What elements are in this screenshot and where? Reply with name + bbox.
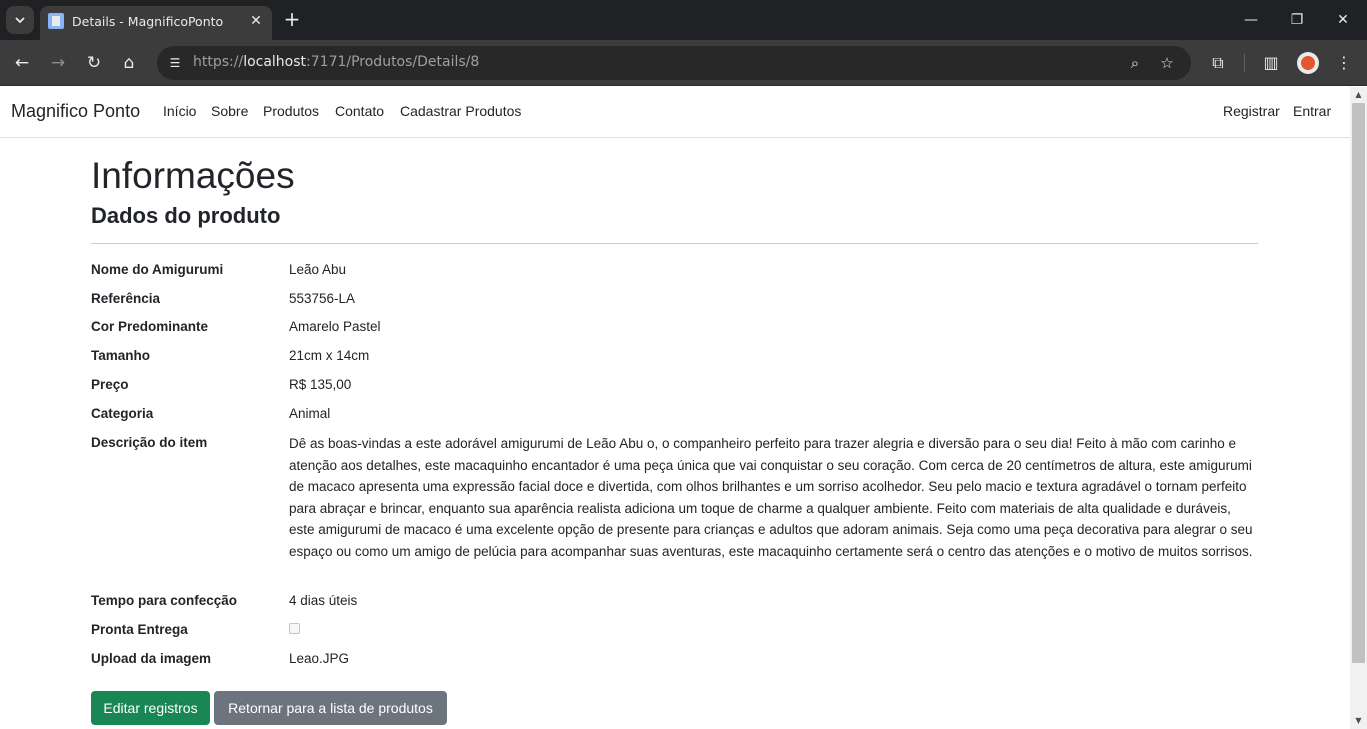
close-tab-icon[interactable]: ✕ [246, 11, 266, 31]
nav-link-inicio[interactable]: Início [163, 103, 196, 119]
reload-icon[interactable]: ↻ [82, 51, 106, 75]
label-pronta-entrega: Pronta Entrega [91, 622, 188, 637]
pronta-entrega-checkbox [289, 623, 300, 634]
nav-link-sobre[interactable]: Sobre [211, 103, 248, 119]
toolbar-divider [1244, 54, 1245, 72]
zoom-icon[interactable]: ⌕ [1125, 53, 1145, 73]
home-icon[interactable]: ⌂ [117, 51, 141, 75]
back-to-list-button[interactable]: Retornar para a lista de produtos [214, 691, 447, 725]
value-referencia: 553756-LA [289, 291, 356, 306]
browser-tab-bar: Details - MagnificoPonto ✕ + — ❐ ✕ [0, 0, 1367, 40]
new-tab-icon[interactable]: + [282, 9, 302, 29]
value-upload: Leao.JPG [289, 651, 350, 666]
tab-search-button[interactable] [6, 6, 34, 34]
side-panel-icon[interactable]: ▥ [1259, 51, 1283, 75]
nav-link-contato[interactable]: Contato [335, 103, 384, 119]
nav-link-cadastrar-produtos[interactable]: Cadastrar Produtos [400, 103, 521, 119]
value-categoria: Animal [289, 406, 331, 421]
back-arrow-icon[interactable]: ← [10, 51, 34, 75]
nav-link-produtos[interactable]: Produtos [263, 103, 319, 119]
value-tamanho: 21cm x 14cm [289, 348, 370, 363]
label-tamanho: Tamanho [91, 348, 151, 363]
chevron-down-icon [15, 17, 25, 24]
divider [91, 243, 1258, 244]
page-favicon-icon [48, 13, 64, 29]
bookmark-star-icon[interactable]: ☆ [1157, 53, 1177, 73]
label-descricao: Descrição do item [91, 435, 208, 450]
label-tempo: Tempo para confecção [91, 593, 238, 608]
extensions-icon[interactable]: ⧉ [1206, 51, 1230, 75]
label-referencia: Referência [91, 291, 161, 306]
label-categoria: Categoria [91, 406, 154, 421]
scroll-up-icon[interactable]: ▲ [1350, 87, 1367, 103]
value-nome: Leão Abu [289, 262, 347, 277]
scroll-down-icon[interactable]: ▼ [1350, 713, 1367, 729]
restore-icon[interactable]: ❐ [1285, 8, 1309, 32]
scroll-thumb[interactable] [1352, 103, 1365, 663]
page-subtitle: Dados do produto [91, 203, 281, 228]
site-brand[interactable]: Magnifico Ponto [11, 101, 140, 122]
value-tempo: 4 dias úteis [289, 593, 358, 608]
label-cor: Cor Predominante [91, 319, 209, 334]
close-window-icon[interactable]: ✕ [1331, 8, 1355, 32]
page-title: Informações [91, 155, 295, 196]
label-nome: Nome do Amigurumi [91, 262, 224, 277]
profile-avatar-icon[interactable] [1297, 52, 1319, 74]
site-navbar: Magnifico Ponto Início Sobre Produtos Co… [0, 87, 1350, 138]
minimize-icon[interactable]: — [1239, 8, 1263, 32]
edit-button[interactable]: Editar registros [91, 691, 210, 725]
forward-arrow-icon[interactable]: → [46, 51, 70, 75]
site-info-icon[interactable]: ☰ [165, 53, 185, 73]
label-upload: Upload da imagem [91, 651, 212, 666]
tab-title: Details - MagnificoPonto [72, 14, 224, 29]
url-text[interactable]: https://localhost:7171/Produtos/Details/… [193, 54, 479, 70]
menu-kebab-icon[interactable]: ⋮ [1332, 51, 1356, 75]
nav-link-registrar[interactable]: Registrar [1223, 103, 1280, 119]
label-preco: Preço [91, 377, 129, 392]
value-descricao: Dê as boas-vindas a este adorável amigur… [289, 436, 1253, 559]
address-bar[interactable]: ☰ https://localhost:7171/Produtos/Detail… [157, 46, 1191, 80]
page-viewport: Magnifico Ponto Início Sobre Produtos Co… [0, 87, 1350, 729]
value-cor: Amarelo Pastel [289, 319, 381, 334]
page-scrollbar[interactable]: ▲ ▼ [1350, 87, 1367, 729]
browser-toolbar: ← → ↻ ⌂ ☰ https://localhost:7171/Produto… [0, 40, 1367, 86]
value-preco: R$ 135,00 [289, 377, 352, 392]
nav-link-entrar[interactable]: Entrar [1293, 103, 1331, 119]
browser-tab[interactable]: Details - MagnificoPonto ✕ [40, 6, 272, 40]
